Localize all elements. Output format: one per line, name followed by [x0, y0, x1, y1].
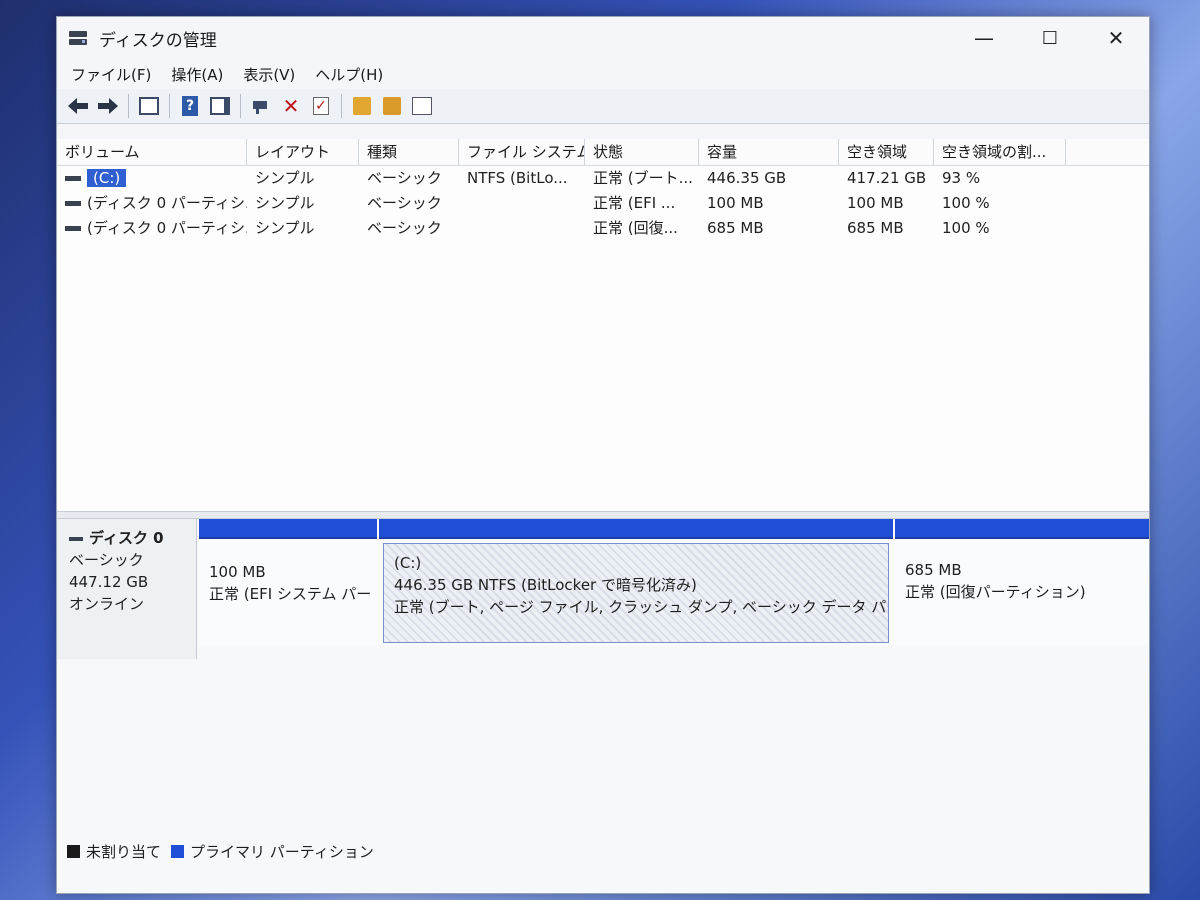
cell-filesystem: NTFS (BitLo... [467, 169, 568, 187]
partition-label: (C:) [394, 554, 422, 572]
column-header-filesystem[interactable]: ファイル システム [459, 139, 585, 165]
cell-free-percent: 93 % [942, 169, 981, 187]
partition-size: 685 MB [905, 561, 962, 579]
window-title: ディスクの管理 [99, 30, 217, 51]
partition-status: 正常 (回復パーティション) [905, 583, 1086, 601]
folder-search-icon[interactable] [380, 94, 404, 118]
console-tree-icon[interactable] [137, 94, 161, 118]
disk-management-icon [69, 29, 89, 47]
partition-c[interactable]: (C:) 446.35 GB NTFS (BitLocker で暗号化済み) 正… [379, 519, 893, 645]
volume-icon [65, 176, 81, 181]
cell-capacity: 446.35 GB [707, 169, 787, 187]
legend-swatch-primary [171, 845, 185, 858]
disk-row: ディスク 0 ベーシック 447.12 GB オンライン 100 MB 正常 (… [57, 519, 1149, 659]
volume-list-header: ボリューム レイアウト 種類 ファイル システム 状態 容量 空き領域 空き領域… [57, 139, 1149, 166]
column-header-volume[interactable]: ボリューム [57, 139, 247, 165]
help-icon[interactable]: ? [178, 94, 202, 118]
column-header-free-space[interactable]: 空き領域 [839, 139, 934, 165]
disk-type: ベーシック [69, 551, 144, 569]
cell-status: 正常 (ブート... [593, 169, 693, 187]
table-row[interactable]: (ディスク 0 パーティシ... シンプル ベーシック 正常 (EFI ... … [57, 191, 1149, 216]
column-header-capacity[interactable]: 容量 [699, 139, 839, 165]
column-header-status[interactable]: 状態 [585, 139, 699, 165]
legend-label-unallocated: 未割り当て [86, 843, 162, 861]
disk-info[interactable]: ディスク 0 ベーシック 447.12 GB オンライン [57, 519, 197, 659]
partition-bar [199, 519, 377, 539]
cell-free-percent: 100 % [942, 219, 990, 237]
menu-view[interactable]: 表示(V) [235, 64, 303, 85]
toolbar: ? ✕ ✓ [57, 89, 1149, 124]
volume-name: (ディスク 0 パーティシ... [87, 219, 247, 237]
connect-icon[interactable] [249, 94, 273, 118]
volume-name: (ディスク 0 パーティシ... [87, 194, 247, 212]
disk-management-window: ディスクの管理 — ☐ ✕ ファイル(F) 操作(A) 表示(V) ヘルプ(H)… [56, 16, 1150, 894]
volume-list: ボリューム レイアウト 種類 ファイル システム 状態 容量 空き領域 空き領域… [57, 139, 1149, 511]
partition-efi[interactable]: 100 MB 正常 (EFI システム パー [199, 519, 377, 645]
cell-type: ベーシック [367, 169, 442, 187]
volume-icon [65, 201, 81, 206]
column-header-type[interactable]: 種類 [359, 139, 459, 165]
disk-icon [69, 536, 83, 541]
cell-free-space: 417.21 GB [847, 169, 927, 187]
close-button[interactable]: ✕ [1083, 17, 1149, 59]
delete-icon[interactable]: ✕ [279, 94, 303, 118]
menu-action[interactable]: 操作(A) [163, 64, 231, 85]
minimize-button[interactable]: — [951, 17, 1017, 59]
properties-icon[interactable]: ✓ [309, 94, 333, 118]
disk-name: ディスク 0 [89, 529, 164, 547]
partition-status: 正常 (EFI システム パー [209, 585, 372, 603]
cell-free-space: 100 MB [847, 194, 904, 212]
table-row[interactable]: (ディスク 0 パーティシ... シンプル ベーシック 正常 (回復... 68… [57, 216, 1149, 241]
menu-help[interactable]: ヘルプ(H) [307, 64, 391, 85]
cell-capacity: 100 MB [707, 194, 764, 212]
partition-status: 正常 (ブート, ページ ファイル, クラッシュ ダンプ, ベーシック データ … [394, 598, 888, 616]
menu-bar: ファイル(F) 操作(A) 表示(V) ヘルプ(H) [57, 59, 1149, 89]
cell-filesystem [459, 191, 585, 216]
legend: 未割り当て プライマリ パーティション [67, 841, 384, 862]
column-header-free-percent[interactable]: 空き領域の割... [934, 139, 1066, 165]
column-header-layout[interactable]: レイアウト [247, 139, 359, 165]
partition-recovery[interactable]: 685 MB 正常 (回復パーティション) [895, 519, 1149, 645]
action-pane-icon[interactable] [208, 94, 232, 118]
legend-label-primary: プライマリ パーティション [190, 843, 374, 861]
cell-capacity: 685 MB [707, 219, 764, 237]
back-arrow-icon[interactable] [66, 94, 90, 118]
volume-icon [65, 226, 81, 231]
title-bar: ディスクの管理 — ☐ ✕ [57, 17, 1149, 59]
cell-layout: シンプル [255, 219, 315, 237]
partition-size: 446.35 GB NTFS (BitLocker で暗号化済み) [394, 576, 697, 594]
cell-free-percent: 100 % [942, 194, 990, 212]
table-row[interactable]: (C:) シンプル ベーシック NTFS (BitLo... 正常 (ブート..… [57, 166, 1149, 191]
forward-arrow-icon[interactable] [96, 94, 120, 118]
cell-filesystem [459, 216, 585, 241]
pane-splitter[interactable] [57, 511, 1149, 519]
disk-size: 447.12 GB [69, 573, 149, 591]
cell-type: ベーシック [367, 219, 442, 237]
disk-graphical-view: ディスク 0 ベーシック 447.12 GB オンライン 100 MB 正常 (… [57, 519, 1149, 893]
cell-layout: シンプル [255, 169, 315, 187]
cell-status: 正常 (EFI ... [593, 194, 676, 212]
legend-swatch-unallocated [67, 845, 80, 858]
disk-status: オンライン [69, 595, 145, 613]
menu-file[interactable]: ファイル(F) [63, 64, 159, 85]
cell-type: ベーシック [367, 194, 442, 212]
partition-bar [895, 519, 1149, 539]
cell-layout: シンプル [255, 194, 315, 212]
partition-size: 100 MB [209, 563, 266, 581]
partition-bar [379, 519, 893, 539]
cell-free-space: 685 MB [847, 219, 904, 237]
volume-name: (C:) [87, 169, 127, 187]
cell-status: 正常 (回復... [593, 219, 678, 237]
maximize-button[interactable]: ☐ [1017, 17, 1083, 59]
details-view-icon[interactable] [410, 94, 434, 118]
folder-up-icon[interactable] [350, 94, 374, 118]
